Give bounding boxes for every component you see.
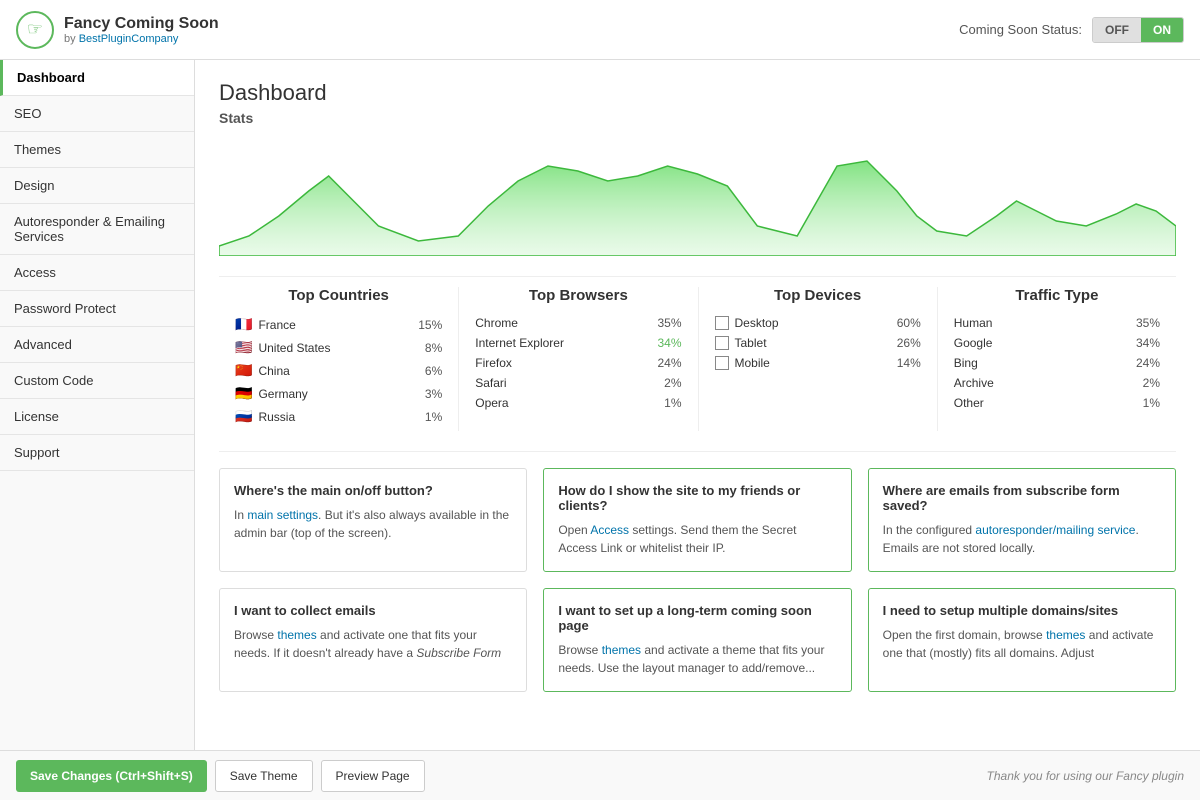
layout: Dashboard SEO Themes Design Autoresponde… — [0, 60, 1200, 750]
traffic-type-col: Traffic Type Human35% Google34% Bing24% … — [937, 287, 1176, 431]
footer: Save Changes (Ctrl+Shift+S) Save Theme P… — [0, 750, 1200, 800]
desktop-icon — [715, 316, 729, 330]
top-browsers-title: Top Browsers — [475, 287, 681, 304]
sidebar-item-advanced[interactable]: Advanced — [0, 327, 194, 363]
sidebar-item-access[interactable]: Access — [0, 255, 194, 291]
footer-thanks: Thank you for using our Fancy plugin — [987, 769, 1184, 783]
info-cards-row1: Where's the main on/off button? In main … — [219, 468, 1176, 572]
save-changes-button[interactable]: Save Changes (Ctrl+Shift+S) — [16, 760, 207, 792]
preview-page-button[interactable]: Preview Page — [321, 760, 425, 792]
sidebar-item-password-protect[interactable]: Password Protect — [0, 291, 194, 327]
header-right: Coming Soon Status: OFF ON — [959, 17, 1184, 43]
card-title: I want to collect emails — [234, 603, 512, 618]
card-body: Open Access settings. Send them the Secr… — [558, 521, 836, 557]
logo-icon: ☞ — [16, 11, 54, 49]
card-title: I need to setup multiple domains/sites — [883, 603, 1161, 618]
traffic-row-human: Human35% — [954, 316, 1160, 330]
sidebar-item-dashboard[interactable]: Dashboard — [0, 60, 194, 96]
main-settings-link[interactable]: main settings — [247, 508, 318, 522]
country-row-us: 🇺🇸United States 8% — [235, 339, 442, 356]
card-collect-emails: I want to collect emails Browse themes a… — [219, 588, 527, 692]
top-countries-col: Top Countries 🇫🇷France 15% 🇺🇸United Stat… — [219, 287, 458, 431]
header: ☞ Fancy Coming Soon by BestPluginCompany… — [0, 0, 1200, 60]
card-body: Browse themes and activate a theme that … — [558, 641, 836, 677]
browser-row-ie: Internet Explorer34% — [475, 336, 681, 350]
app-title: Fancy Coming Soon — [64, 15, 219, 33]
status-label: Coming Soon Status: — [959, 22, 1082, 37]
card-title: Where are emails from subscribe form sav… — [883, 483, 1161, 513]
top-browsers-col: Top Browsers Chrome35% Internet Explorer… — [458, 287, 697, 431]
sidebar-item-autoresponder[interactable]: Autoresponder & Emailing Services — [0, 204, 194, 255]
header-left: ☞ Fancy Coming Soon by BestPluginCompany — [16, 11, 219, 49]
coming-soon-toggle[interactable]: OFF ON — [1092, 17, 1184, 43]
sidebar-item-design[interactable]: Design — [0, 168, 194, 204]
sidebar-item-custom-code[interactable]: Custom Code — [0, 363, 194, 399]
device-row-mobile: Mobile 14% — [715, 356, 921, 370]
traffic-row-other: Other1% — [954, 396, 1160, 410]
country-row-china: 🇨🇳China 6% — [235, 362, 442, 379]
browser-row-opera: Opera1% — [475, 396, 681, 410]
sidebar-item-themes[interactable]: Themes — [0, 132, 194, 168]
traffic-row-bing: Bing24% — [954, 356, 1160, 370]
traffic-type-title: Traffic Type — [954, 287, 1160, 304]
top-countries-title: Top Countries — [235, 287, 442, 304]
device-row-tablet: Tablet 26% — [715, 336, 921, 350]
tablet-icon — [715, 336, 729, 350]
device-row-desktop: Desktop 60% — [715, 316, 921, 330]
traffic-row-archive: Archive2% — [954, 376, 1160, 390]
autoresponder-link[interactable]: autoresponder/mailing service — [975, 523, 1135, 537]
stats-chart — [219, 136, 1176, 256]
card-emails-saved: Where are emails from subscribe form sav… — [868, 468, 1176, 572]
card-show-friends: How do I show the site to my friends or … — [543, 468, 851, 572]
main-content: Dashboard Stats Top Countries 🇫🇷Franc — [195, 60, 1200, 750]
app-info: Fancy Coming Soon by BestPluginCompany — [64, 15, 219, 45]
country-row-russia: 🇷🇺Russia 1% — [235, 408, 442, 425]
mobile-icon — [715, 356, 729, 370]
card-title: How do I show the site to my friends or … — [558, 483, 836, 513]
country-row-france: 🇫🇷France 15% — [235, 316, 442, 333]
card-multiple-domains: I need to setup multiple domains/sites O… — [868, 588, 1176, 692]
themes-link2[interactable]: themes — [602, 643, 641, 657]
card-longterm-page: I want to set up a long-term coming soon… — [543, 588, 851, 692]
card-body: In the configured autoresponder/mailing … — [883, 521, 1161, 557]
info-cards-row2: I want to collect emails Browse themes a… — [219, 588, 1176, 692]
sidebar: Dashboard SEO Themes Design Autoresponde… — [0, 60, 195, 750]
sidebar-item-support[interactable]: Support — [0, 435, 194, 471]
sidebar-item-license[interactable]: License — [0, 399, 194, 435]
traffic-row-google: Google34% — [954, 336, 1160, 350]
access-link[interactable]: Access — [590, 523, 629, 537]
themes-link1[interactable]: themes — [277, 628, 316, 642]
top-devices-col: Top Devices Desktop 60% Tablet 26% Mobil… — [698, 287, 937, 431]
top-devices-title: Top Devices — [715, 287, 921, 304]
card-body: Browse themes and activate one that fits… — [234, 626, 512, 662]
browser-row-chrome: Chrome35% — [475, 316, 681, 330]
card-title: I want to set up a long-term coming soon… — [558, 603, 836, 633]
save-theme-button[interactable]: Save Theme — [215, 760, 313, 792]
footer-left: Save Changes (Ctrl+Shift+S) Save Theme P… — [16, 760, 425, 792]
toggle-on[interactable]: ON — [1141, 18, 1183, 42]
browser-row-safari: Safari2% — [475, 376, 681, 390]
browser-row-firefox: Firefox24% — [475, 356, 681, 370]
card-onoff-button: Where's the main on/off button? In main … — [219, 468, 527, 572]
country-row-germany: 🇩🇪Germany 3% — [235, 385, 442, 402]
section-divider — [219, 451, 1176, 452]
card-title: Where's the main on/off button? — [234, 483, 512, 498]
sidebar-item-seo[interactable]: SEO — [0, 96, 194, 132]
company-link[interactable]: BestPluginCompany — [79, 33, 179, 45]
card-body: Open the first domain, browse themes and… — [883, 626, 1161, 662]
card-body: In main settings. But it's also always a… — [234, 506, 512, 542]
stats-grid: Top Countries 🇫🇷France 15% 🇺🇸United Stat… — [219, 276, 1176, 431]
toggle-off[interactable]: OFF — [1093, 18, 1141, 42]
themes-link3[interactable]: themes — [1046, 628, 1085, 642]
page-title: Dashboard — [219, 80, 1176, 106]
app-subtitle: by BestPluginCompany — [64, 33, 219, 45]
stats-title: Stats — [219, 110, 1176, 126]
